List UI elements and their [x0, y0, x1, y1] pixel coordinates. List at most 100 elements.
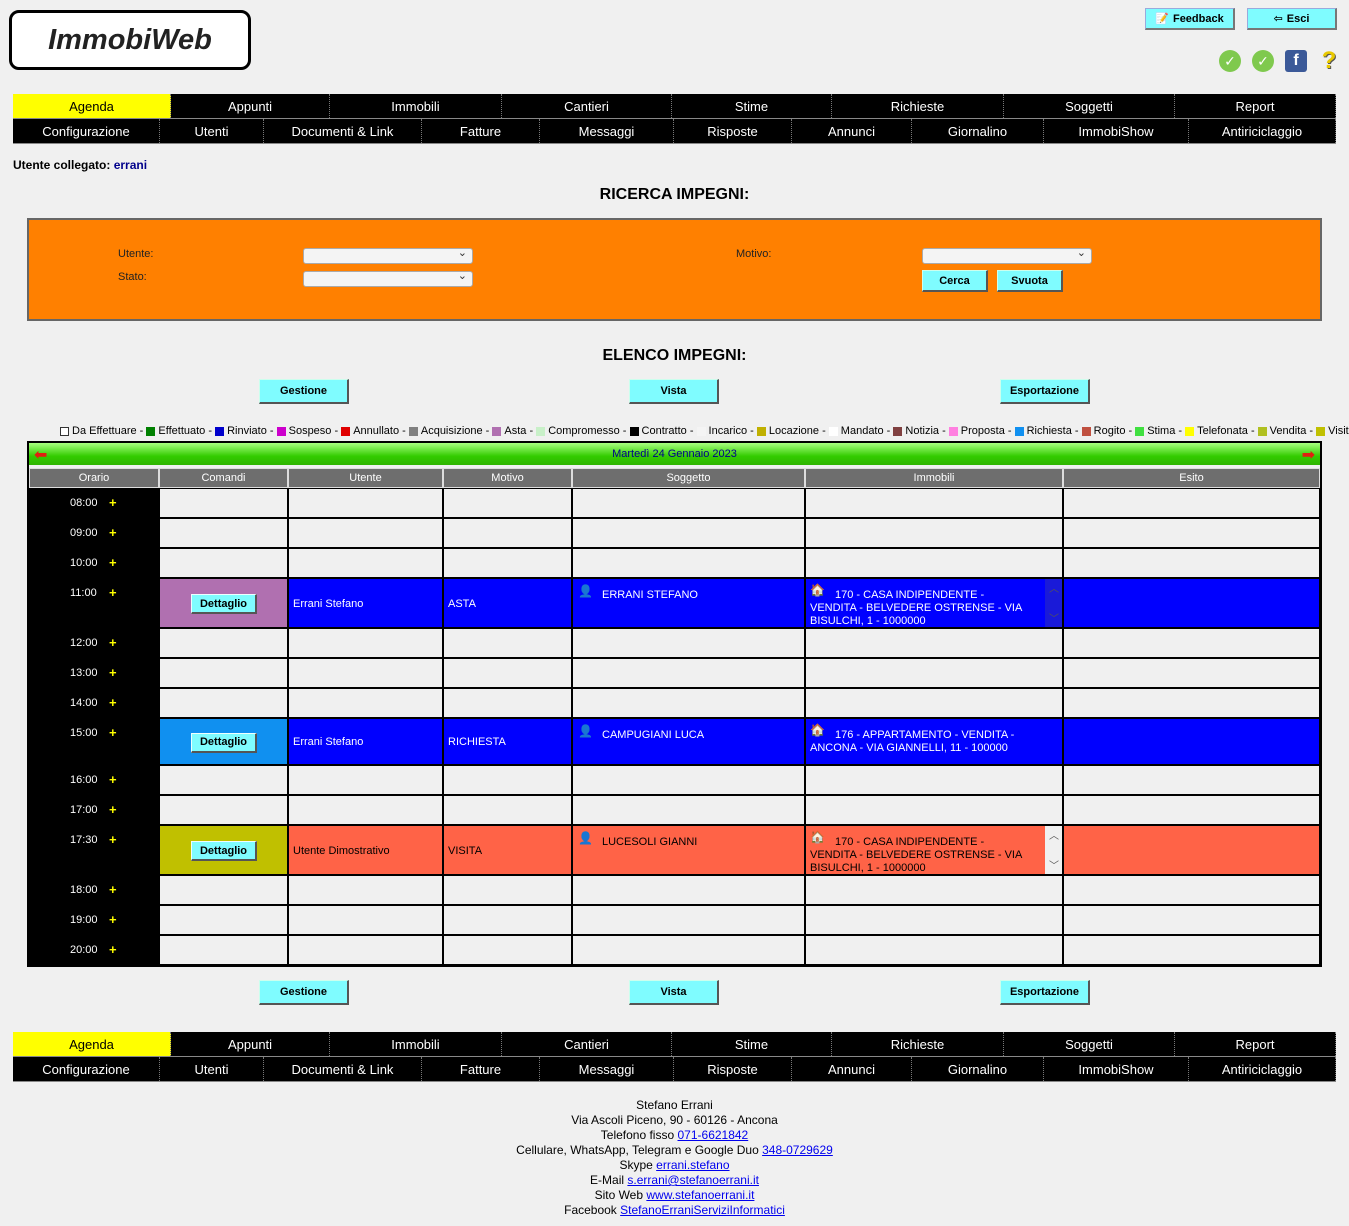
menu-item-immobili[interactable]: Immobili	[330, 94, 502, 118]
time-cell[interactable]: 15:00 +	[29, 718, 159, 765]
feedback-button[interactable]: 📝 Feedback	[1145, 8, 1235, 30]
menu-item-soggetti-bottom[interactable]: Soggetti	[1004, 1032, 1175, 1056]
vista-button[interactable]: Vista	[629, 379, 719, 404]
menu-item-appunti-bottom[interactable]: Appunti	[171, 1032, 330, 1056]
time-cell[interactable]: 16:00 +	[29, 765, 159, 795]
add-appointment-icon[interactable]: +	[109, 942, 117, 957]
menu-item-risposte[interactable]: Risposte	[674, 119, 792, 143]
time-cell[interactable]: 10:00 +	[29, 548, 159, 578]
time-cell[interactable]: 11:00 +	[29, 578, 159, 628]
menu-item-richieste-bottom[interactable]: Richieste	[832, 1032, 1004, 1056]
add-appointment-icon[interactable]: +	[109, 495, 117, 510]
check-icon[interactable]: ✓	[1219, 50, 1241, 72]
menu-item-configurazione-bottom[interactable]: Configurazione	[13, 1057, 160, 1081]
menu-item-immobishow[interactable]: ImmobiShow	[1044, 119, 1189, 143]
check-icon[interactable]: ✓	[1252, 50, 1274, 72]
property-text[interactable]: 170 - CASA INDIPENDENTE - VENDITA - BELV…	[810, 589, 1032, 627]
footer-web-link[interactable]: www.stefanoerrani.it	[646, 1188, 754, 1202]
scroll-down-icon[interactable]: ﹀	[1049, 857, 1059, 872]
menu-item-fatture[interactable]: Fatture	[422, 119, 540, 143]
time-cell[interactable]: 17:00 +	[29, 795, 159, 825]
time-cell[interactable]: 14:00 +	[29, 688, 159, 718]
svuota-button[interactable]: Svuota	[997, 270, 1063, 292]
menu-item-documenti-link[interactable]: Documenti & Link	[264, 119, 422, 143]
add-appointment-icon[interactable]: +	[109, 725, 117, 740]
add-appointment-icon[interactable]: +	[109, 555, 117, 570]
add-appointment-icon[interactable]: +	[109, 912, 117, 927]
help-icon[interactable]: ?	[1318, 47, 1340, 74]
menu-item-annunci-bottom[interactable]: Annunci	[792, 1057, 912, 1081]
stato-select[interactable]	[303, 269, 473, 287]
add-appointment-icon[interactable]: +	[109, 695, 117, 710]
menu-item-antiriciclaggio-bottom[interactable]: Antiriciclaggio	[1189, 1057, 1336, 1081]
gestione-button[interactable]: Gestione	[259, 379, 349, 404]
property-scrollbar[interactable]: ︿ ﹀	[1045, 826, 1062, 874]
time-cell[interactable]: 19:00 +	[29, 905, 159, 935]
time-cell[interactable]: 08:00 +	[29, 488, 159, 518]
time-cell[interactable]: 12:00 +	[29, 628, 159, 658]
menu-item-antiriciclaggio[interactable]: Antiriciclaggio	[1189, 119, 1336, 143]
facebook-icon[interactable]: f	[1285, 50, 1307, 72]
menu-item-giornalino[interactable]: Giornalino	[912, 119, 1044, 143]
menu-item-immobili-bottom[interactable]: Immobili	[330, 1032, 502, 1056]
menu-item-appunti[interactable]: Appunti	[171, 94, 330, 118]
add-appointment-icon[interactable]: +	[109, 525, 117, 540]
person-icon[interactable]: 👤	[578, 831, 593, 845]
menu-item-report[interactable]: Report	[1175, 94, 1336, 118]
menu-item-fatture-bottom[interactable]: Fatture	[422, 1057, 540, 1081]
menu-item-utenti-bottom[interactable]: Utenti	[160, 1057, 264, 1081]
gestione-button-bottom[interactable]: Gestione	[259, 980, 349, 1005]
footer-skype-link[interactable]: errani.stefano	[656, 1158, 729, 1172]
menu-item-stime-bottom[interactable]: Stime	[672, 1032, 832, 1056]
menu-item-annunci[interactable]: Annunci	[792, 119, 912, 143]
detail-button[interactable]: Dettaglio	[191, 841, 257, 861]
add-appointment-icon[interactable]: +	[109, 665, 117, 680]
footer-facebook-link[interactable]: StefanoErraniServiziInformatici	[620, 1203, 785, 1217]
menu-item-documenti-link-bottom[interactable]: Documenti & Link	[264, 1057, 422, 1081]
menu-item-stime[interactable]: Stime	[672, 94, 832, 118]
menu-item-immobishow-bottom[interactable]: ImmobiShow	[1044, 1057, 1189, 1081]
menu-item-report-bottom[interactable]: Report	[1175, 1032, 1336, 1056]
scroll-down-icon[interactable]: ﹀	[1049, 610, 1059, 625]
property-text[interactable]: 176 - APPARTAMENTO - VENDITA - ANCONA - …	[810, 729, 1060, 755]
menu-item-configurazione[interactable]: Configurazione	[13, 119, 160, 143]
menu-item-giornalino-bottom[interactable]: Giornalino	[912, 1057, 1044, 1081]
vista-button-bottom[interactable]: Vista	[629, 980, 719, 1005]
scroll-up-icon[interactable]: ︿	[1049, 827, 1059, 842]
footer-phone-link[interactable]: 071-6621842	[678, 1128, 749, 1142]
add-appointment-icon[interactable]: +	[109, 832, 117, 847]
menu-item-messaggi[interactable]: Messaggi	[540, 119, 674, 143]
detail-button[interactable]: Dettaglio	[191, 594, 257, 614]
time-cell[interactable]: 20:00 +	[29, 935, 159, 965]
subject-name[interactable]: CAMPUGIANI LUCA	[602, 729, 704, 741]
menu-item-utenti[interactable]: Utenti	[160, 119, 264, 143]
menu-item-soggetti[interactable]: Soggetti	[1004, 94, 1175, 118]
cerca-button[interactable]: Cerca	[922, 270, 988, 292]
add-appointment-icon[interactable]: +	[109, 772, 117, 787]
motivo-select[interactable]	[922, 246, 1092, 264]
time-cell[interactable]: 17:30 +	[29, 825, 159, 875]
scroll-up-icon[interactable]: ︿	[1049, 580, 1059, 595]
menu-item-messaggi-bottom[interactable]: Messaggi	[540, 1057, 674, 1081]
esportazione-button[interactable]: Esportazione	[1000, 379, 1090, 404]
menu-item-cantieri-bottom[interactable]: Cantieri	[502, 1032, 672, 1056]
menu-item-agenda[interactable]: Agenda	[13, 94, 171, 118]
time-cell[interactable]: 09:00 +	[29, 518, 159, 548]
add-appointment-icon[interactable]: +	[109, 635, 117, 650]
exit-button[interactable]: ⇦ Esci	[1247, 8, 1337, 30]
person-icon[interactable]: 👤	[578, 724, 593, 738]
utente-select[interactable]	[303, 246, 473, 264]
time-cell[interactable]: 13:00 +	[29, 658, 159, 688]
next-day-arrow-icon[interactable]: ➡	[1302, 445, 1315, 465]
menu-item-agenda-bottom[interactable]: Agenda	[13, 1032, 171, 1056]
detail-button[interactable]: Dettaglio	[191, 732, 257, 753]
add-appointment-icon[interactable]: +	[109, 585, 117, 600]
add-appointment-icon[interactable]: +	[109, 882, 117, 897]
esportazione-button-bottom[interactable]: Esportazione	[1000, 980, 1090, 1005]
prev-day-arrow-icon[interactable]: ⬅	[34, 445, 47, 465]
person-icon[interactable]: 👤	[578, 584, 593, 598]
subject-name[interactable]: ERRANI STEFANO	[602, 589, 698, 601]
property-scrollbar[interactable]: ︿ ﹀	[1045, 579, 1062, 627]
time-cell[interactable]: 18:00 +	[29, 875, 159, 905]
add-appointment-icon[interactable]: +	[109, 802, 117, 817]
